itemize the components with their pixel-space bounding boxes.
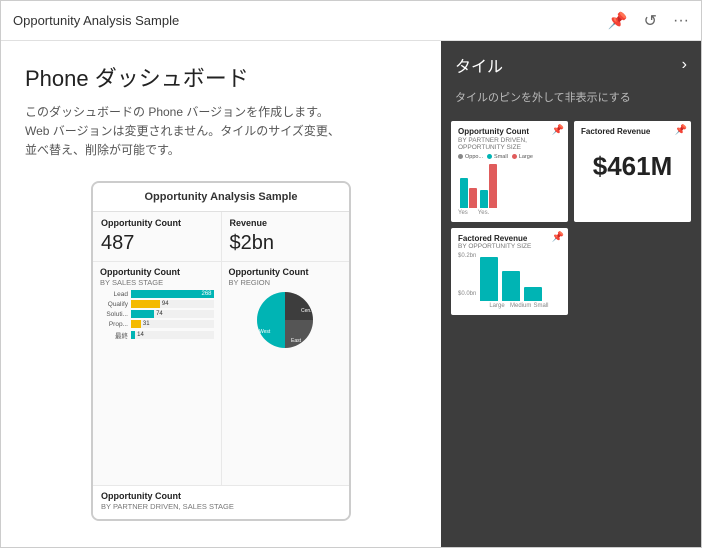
tile1-bar-chart [458,164,561,208]
tile-panel: タイル › タイルのピンを外して非表示にする 📌 Opportunity Cou… [441,41,701,547]
sales-stage-subtitle: BY SALES STAGE [100,278,214,287]
region-chart-cell: Opportunity Count BY REGION [222,262,350,484]
kpi-count-value: 487 [101,232,213,255]
phone-mockup: Opportunity Analysis Sample Opportunity … [91,181,351,521]
phone-description: このダッシュボードの Phone バージョンを作成します。 Web バージョンは… [25,103,417,161]
tile-opportunity-count-bar[interactable]: 📌 Opportunity Count BY PARTNER DRIVEN, O… [451,121,568,222]
tile3-bar-chart [480,257,542,301]
tile-grid: 📌 Opportunity Count BY PARTNER DRIVEN, O… [441,115,701,321]
bar-final: 最終 14 [100,330,214,340]
tile2-pin-icon[interactable]: 📌 [675,125,687,136]
bar-proposal: Prop... 31 [100,320,214,328]
chart-row: Opportunity Count BY SALES STAGE Lead 26… [93,262,349,485]
tile-pin-icon[interactable]: 📌 [552,125,564,136]
phone-bottom-strip: Opportunity Count BY PARTNER DRIVEN, SAL… [93,486,349,519]
phone-dashboard-title: Phone ダッシュボード [25,61,417,93]
kpi-revenue-value: $2bn [230,232,342,255]
kpi-row: Opportunity Count 487 Revenue $2bn [93,212,349,263]
region-subtitle: BY REGION [229,278,343,287]
phone-mockup-header: Opportunity Analysis Sample [93,183,349,212]
tile-chevron-icon[interactable]: › [682,56,687,74]
kpi-count-cell: Opportunity Count 487 [93,212,222,262]
bottom-subtitle: BY PARTNER DRIVEN, SALES STAGE [101,502,341,511]
sales-stage-title: Opportunity Count [100,267,214,278]
bottom-title: Opportunity Count [101,491,341,502]
tile-factored-revenue-value[interactable]: 📌 Factored Revenue $461M [574,121,691,222]
svg-text:Cen...: Cen... [301,308,314,314]
page-title: Opportunity Analysis Sample [13,13,608,28]
more-icon[interactable]: ··· [673,12,689,30]
tile-factored-revenue-bar[interactable]: 📌 Factored Revenue BY OPPORTUNITY SIZE $… [451,228,568,316]
tile-header: タイル › [441,41,701,89]
tile-hint-text: タイルのピンを外して非表示にする [441,89,701,115]
bar-lead: Lead 268 [100,290,214,298]
main-content: Phone ダッシュボード このダッシュボードの Phone バージョンを作成し… [1,41,701,547]
region-title: Opportunity Count [229,267,343,278]
top-bar: Opportunity Analysis Sample 📌 ↺ ··· [1,1,701,41]
kpi-revenue-cell: Revenue $2bn [222,212,350,262]
tile1-legend: Oppo... Small Large [458,154,561,160]
svg-text:West: West [259,329,271,335]
svg-text:East: East [291,338,302,344]
kpi-revenue-title: Revenue [230,218,342,229]
tile-row-1: 📌 Opportunity Count BY PARTNER DRIVEN, O… [451,121,691,222]
undo-icon[interactable]: ↺ [644,11,657,31]
bar-solution: Soluti... 74 [100,310,214,318]
region-pie-chart: Cen... West East [229,290,343,350]
factored-revenue-value: $461M [581,151,684,182]
tile-row-2: 📌 Factored Revenue BY OPPORTUNITY SIZE $… [451,228,691,316]
left-panel: Phone ダッシュボード このダッシュボードの Phone バージョンを作成し… [1,41,441,547]
pin-icon[interactable]: 📌 [608,11,628,31]
tile3-pin-icon[interactable]: 📌 [552,232,564,243]
sales-stage-bar-chart: Lead 268 Qualify 94 [100,290,214,340]
bar-qualify: Qualify 94 [100,300,214,308]
phone-mockup-wrapper: Opportunity Analysis Sample Opportunity … [25,181,417,521]
sales-stage-chart-cell: Opportunity Count BY SALES STAGE Lead 26… [93,262,222,484]
top-bar-actions: 📌 ↺ ··· [608,11,689,31]
kpi-count-title: Opportunity Count [101,218,213,229]
tile-panel-title: タイル [455,53,503,77]
